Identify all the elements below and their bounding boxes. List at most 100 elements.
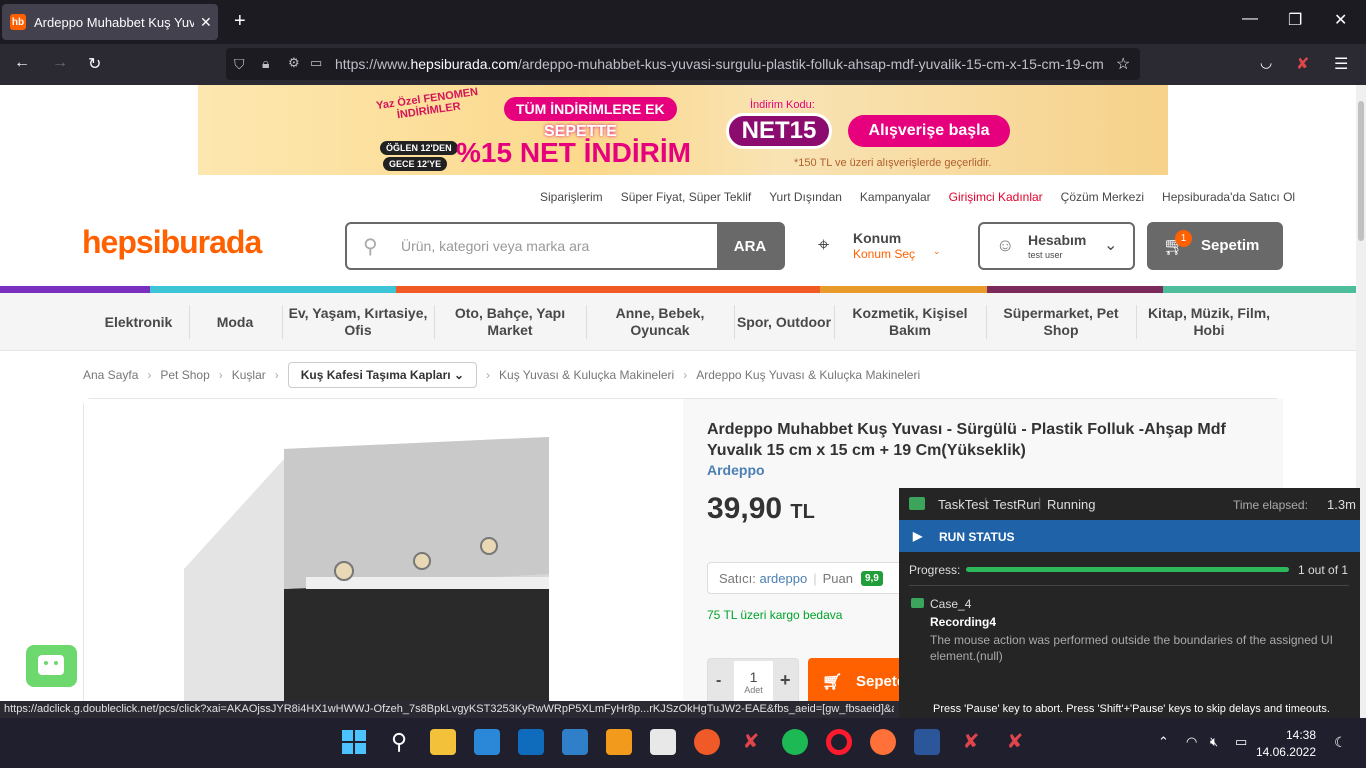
ranorex-icon[interactable]: ✘ xyxy=(1002,729,1028,755)
search-box[interactable]: ⚲ Ürün, kategori veya marka ara ARA xyxy=(345,222,785,270)
breadcrumb-bird-nests[interactable]: Kuş Yuvası & Kuluçka Makineleri xyxy=(499,368,674,382)
close-window-icon[interactable]: ✕ xyxy=(1334,10,1347,30)
banner-time-2: GECE 12'YE xyxy=(383,157,448,171)
breadcrumb-birds[interactable]: Kuşlar xyxy=(232,368,266,382)
firefox-icon[interactable] xyxy=(870,729,896,755)
back-icon[interactable]: ← xyxy=(14,54,30,72)
clock-date[interactable]: 14.06.2022 xyxy=(1254,745,1316,759)
category-electronics[interactable]: Elektronik xyxy=(90,293,187,351)
vscode-icon[interactable] xyxy=(562,729,588,755)
case-icon xyxy=(911,598,924,608)
category-cosmetics[interactable]: Kozmetik, Kişisel Bakım xyxy=(836,293,984,351)
product-image[interactable] xyxy=(84,399,683,709)
breadcrumb-brand[interactable]: Ardeppo Kuş Yuvası & Kuluçka Makineleri xyxy=(696,368,920,382)
permissions-icon[interactable]: ⚙ xyxy=(288,55,300,71)
product-title: Ardeppo Muhabbet Kuş Yuvası - Sürgülü - … xyxy=(707,421,1226,459)
search-icon[interactable]: ⚲ xyxy=(386,729,412,755)
battery-icon[interactable]: ▭ xyxy=(1235,734,1247,750)
breadcrumb-dropdown[interactable]: Kuş Kafesi Taşıma Kapları ⌄ xyxy=(287,362,478,388)
word-icon[interactable] xyxy=(914,729,940,755)
topnav-campaigns[interactable]: Kampanyalar xyxy=(860,190,931,204)
cart-button[interactable]: 🛒︎ 1 Sepetim xyxy=(1147,222,1283,270)
bookmark-star-icon[interactable]: ☆ xyxy=(1116,54,1130,74)
start-icon[interactable] xyxy=(341,729,367,755)
topnav-orders[interactable]: Siparişlerim xyxy=(540,190,603,204)
browser-tab[interactable]: hb Ardeppo Muhabbet Kuş Yuvası ✕ xyxy=(2,4,218,40)
browser-tab-bar: hb Ardeppo Muhabbet Kuş Yuvası ✕ + — ❐ ✕ xyxy=(0,0,1366,44)
shield-icon[interactable]: ⛉ xyxy=(234,56,245,73)
wifi-icon[interactable]: ◠ xyxy=(1186,734,1197,750)
close-tab-icon[interactable]: ✕ xyxy=(200,14,212,31)
ranorex-icon[interactable]: ✘ xyxy=(738,729,764,755)
category-mother-baby[interactable]: Anne, Bebek, Oyuncak xyxy=(588,293,732,351)
category-supermarket[interactable]: Süpermarket, Pet Shop xyxy=(988,293,1134,351)
product-price: 39,90 TL xyxy=(707,492,815,526)
notification-icon[interactable]: ☾ xyxy=(1334,734,1347,751)
quantity-input[interactable]: 1 Adet xyxy=(734,661,773,703)
banner-cta-button[interactable]: Alışverişe başla xyxy=(848,115,1010,147)
chevron-down-icon: ⌄ xyxy=(453,368,465,382)
tray-chevron-icon[interactable]: ⌃ xyxy=(1158,734,1169,750)
product-brand-link[interactable]: Ardeppo xyxy=(707,462,765,478)
divider xyxy=(586,305,587,339)
topnav-abroad[interactable]: Yurt Dışından xyxy=(769,190,842,204)
category-auto-garden[interactable]: Oto, Bahçe, Yapı Market xyxy=(436,293,584,351)
run-status-label: RUN STATUS xyxy=(939,530,1015,544)
forward-icon[interactable]: → xyxy=(52,54,68,72)
location-pin-icon: ⌖ xyxy=(818,234,830,256)
new-tab-icon[interactable]: + xyxy=(234,10,246,33)
cart-label: Sepetim xyxy=(1201,237,1260,254)
url-text[interactable]: https://www.hepsiburada.com/ardeppo-muha… xyxy=(335,56,1105,72)
decrease-qty-button[interactable]: - xyxy=(716,672,721,690)
windows-taskbar: ⚲ ✘ ✘ ✘ ⌃ ◠ 🔇︎ ▭ 14:38 14.06.2022 ☾ xyxy=(0,718,1366,768)
lock-icon[interactable]: 🔒︎ xyxy=(262,55,269,72)
promo-banner[interactable]: Yaz Özel FENOMEN İNDİRİMLER ÖĞLEN 12'DEN… xyxy=(198,85,1168,175)
sublime-icon[interactable] xyxy=(606,729,632,755)
run-status-bar[interactable]: ▶ RUN STATUS xyxy=(899,520,1360,552)
add-to-cart-label: Sepete xyxy=(856,673,906,690)
menu-icon[interactable]: ☰ xyxy=(1334,54,1348,74)
search-button[interactable]: ARA xyxy=(717,224,783,268)
minimize-icon[interactable]: — xyxy=(1242,10,1258,28)
scrollbar-thumb[interactable] xyxy=(1358,101,1364,241)
test-runner-panel: TaskTest | TestRun | Running Time elapse… xyxy=(899,488,1360,712)
pocket-icon[interactable]: ◡ xyxy=(1260,54,1272,71)
hepsiburada-favicon-icon: hb xyxy=(10,14,26,30)
account-button[interactable]: ☺ Hesabım test user ⌄ xyxy=(978,222,1135,270)
compass-app-icon[interactable] xyxy=(694,729,720,755)
search-input[interactable]: Ürün, kategori veya marka ara xyxy=(401,238,589,254)
reload-icon[interactable]: ↻ xyxy=(88,54,101,74)
breadcrumb-separator-icon: › xyxy=(274,368,279,382)
category-fashion[interactable]: Moda xyxy=(190,293,280,351)
category-books[interactable]: Kitap, Müzik, Film, Hobi xyxy=(1138,293,1280,351)
topnav-super-price[interactable]: Süper Fiyat, Süper Teklif xyxy=(621,190,752,204)
extension-icon[interactable]: ✘ xyxy=(1296,54,1309,74)
category-home[interactable]: Ev, Yaşam, Kırtasiye, Ofis xyxy=(284,293,432,351)
topnav-women-entrepreneurs[interactable]: Girişimci Kadınlar xyxy=(949,190,1043,204)
file-explorer-icon[interactable] xyxy=(430,729,456,755)
chatbot-button[interactable] xyxy=(26,645,77,687)
url-bar[interactable]: ⛉ 🔒︎ ⚙ ▭ https://www.hepsiburada.com/ard… xyxy=(226,48,1140,80)
tracking-icon[interactable]: ▭ xyxy=(310,55,322,71)
seller-link[interactable]: ardeppo xyxy=(759,571,807,586)
spotify-icon[interactable] xyxy=(782,729,808,755)
mail-icon[interactable] xyxy=(474,729,500,755)
clock-time[interactable]: 14:38 xyxy=(1266,728,1316,742)
increase-qty-button[interactable]: + xyxy=(780,670,791,691)
outlook-icon[interactable] xyxy=(518,729,544,755)
site-logo[interactable]: hepsiburada xyxy=(82,224,262,261)
category-sport[interactable]: Spor, Outdoor xyxy=(736,293,832,351)
snipping-tool-icon[interactable] xyxy=(650,729,676,755)
breadcrumb-home[interactable]: Ana Sayfa xyxy=(83,368,138,382)
opera-icon[interactable] xyxy=(826,729,852,755)
breadcrumb-pet-shop[interactable]: Pet Shop xyxy=(160,368,209,382)
divider: | xyxy=(1038,495,1042,510)
progress-bar xyxy=(966,567,1289,572)
add-to-cart-button[interactable]: 🛒︎ Sepete xyxy=(808,658,908,704)
topnav-become-seller[interactable]: Hepsiburada'da Satıcı Ol xyxy=(1162,190,1295,204)
volume-muted-icon[interactable]: 🔇︎ xyxy=(1210,734,1218,750)
topnav-help-center[interactable]: Çözüm Merkezi xyxy=(1061,190,1144,204)
restore-icon[interactable]: ❐ xyxy=(1288,10,1302,30)
price-value: 39,90 xyxy=(707,492,783,525)
ranorex-icon[interactable]: ✘ xyxy=(958,729,984,755)
